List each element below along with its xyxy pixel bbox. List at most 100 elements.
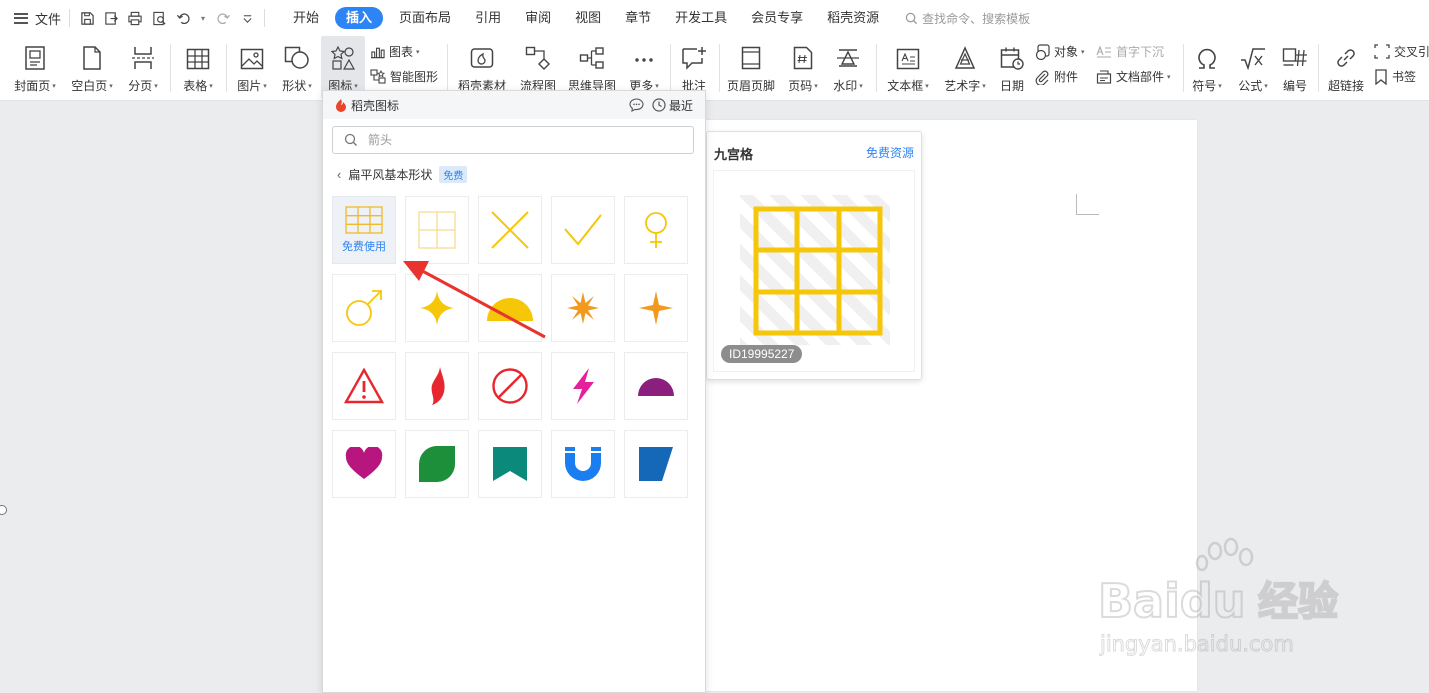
textbox-button[interactable]: 文本框 ▾ [884, 36, 932, 98]
page-number-button[interactable]: 页码 ▾ [783, 36, 823, 98]
smart-graphic-button[interactable]: 智能图形 [370, 68, 438, 85]
icon-cell-male-symbol[interactable] [332, 274, 396, 342]
prohibited-icon [492, 368, 528, 404]
file-menu-button[interactable]: 文件 [14, 9, 61, 28]
icon-cell-magnet[interactable] [551, 430, 615, 498]
chart-icon [370, 47, 385, 58]
icon-cell-four-point-star[interactable] [624, 274, 688, 342]
icon-cell-grid-3x3[interactable]: 免费使用 [332, 196, 396, 264]
chart-button[interactable]: 图表 ▾ [370, 43, 420, 60]
undo-dropdown-icon[interactable]: ▾ [198, 9, 208, 27]
print-icon[interactable] [126, 9, 144, 27]
parallelogram-icon [639, 447, 673, 481]
customize-toolbar-icon[interactable] [238, 9, 256, 27]
icon-cell-purple-semicircle[interactable] [624, 352, 688, 420]
more-icon [635, 58, 653, 62]
category-breadcrumb[interactable]: ‹ 扁平风基本形状 免费 [337, 166, 468, 183]
icon-cell-check[interactable] [551, 196, 615, 264]
table-button[interactable]: 表格 ▾ [178, 36, 218, 98]
picture-button[interactable]: 图片 ▾ [232, 36, 272, 98]
symbol-button[interactable]: 符号 ▾ [1189, 36, 1225, 98]
tab-review[interactable]: 审阅 [513, 7, 563, 29]
icon-cell-warning[interactable] [332, 352, 396, 420]
cover-page-button[interactable]: 封面页 ▾ [10, 36, 60, 98]
hyperlink-label: 超链接 [1327, 79, 1364, 93]
watermark-button[interactable]: 水印 ▾ [828, 36, 868, 98]
drop-cap-button[interactable]: 首字下沉 [1096, 43, 1164, 60]
watermark-url-text: jingyan.baidu.com [1099, 632, 1294, 656]
formula-button[interactable]: 公式 ▾ [1233, 36, 1273, 98]
icon-cell-prohibited[interactable] [478, 352, 542, 420]
page-break-label: 分页 [128, 79, 153, 93]
daoke-material-icon [470, 48, 494, 68]
wordart-icon [954, 46, 976, 69]
search-icon [344, 133, 357, 146]
export-pdf-icon[interactable] [102, 9, 120, 27]
formula-icon [1241, 48, 1265, 70]
icon-dropdown-panel: 稻壳图标 最近 ‹ 扁平风基本形状 免费 免费使用 [322, 90, 706, 693]
icon-cell-flame[interactable] [405, 352, 469, 420]
category-title: 扁平风基本形状 [348, 168, 433, 182]
watermark-label: 水印 [833, 79, 858, 93]
redo-icon[interactable] [214, 9, 232, 27]
hyperlink-button[interactable]: 超链接 [1324, 36, 1368, 98]
icon-cell-leaf[interactable] [405, 430, 469, 498]
blank-page-icon [83, 46, 101, 70]
free-use-button[interactable]: 免费使用 [342, 238, 386, 254]
tab-page-layout[interactable]: 页面布局 [387, 7, 463, 29]
comment-icon [682, 47, 706, 70]
more-button[interactable]: 更多 ▾ [624, 36, 664, 98]
attachment-button[interactable]: 附件 [1034, 68, 1078, 85]
icon-search-input[interactable] [366, 132, 670, 148]
wordart-button[interactable]: 艺术字 ▾ [940, 36, 990, 98]
tab-insert[interactable]: 插入 [335, 7, 384, 29]
daoke-material-button[interactable]: 稻壳素材 [455, 36, 509, 98]
mindmap-button[interactable]: 思维导图 [566, 36, 618, 98]
tab-home[interactable]: 开始 [281, 7, 331, 29]
date-button[interactable]: 日期 [996, 36, 1028, 98]
tab-view[interactable]: 视图 [563, 7, 613, 29]
picture-label: 图片 [237, 79, 262, 93]
icon-cell-parallelogram[interactable] [624, 430, 688, 498]
shape-button[interactable]: 形状 ▾ [277, 36, 317, 98]
divider [1183, 44, 1184, 92]
chevron-left-icon[interactable]: ‹ [337, 167, 341, 182]
clock-icon [652, 98, 666, 112]
flowchart-button[interactable]: 流程图 [517, 36, 559, 98]
ribbon-tabs: 开始 插入 页面布局 引用 审阅 视图 章节 开发工具 会员专享 稻壳资源 [281, 7, 891, 29]
free-resource-link[interactable]: 免费资源 [866, 144, 914, 161]
icon-cell-bookmark-ribbon[interactable] [478, 430, 542, 498]
watermark-brand-text: Baidu [1098, 574, 1246, 628]
command-search[interactable]: 查找命令、搜索模板 [905, 10, 1030, 27]
document-parts-button[interactable]: 文档部件 ▾ [1096, 68, 1171, 85]
recent-button[interactable]: 最近 [652, 97, 693, 114]
comment-button[interactable]: 批注 [676, 36, 712, 98]
feedback-icon[interactable] [629, 98, 644, 112]
icon-cell-grid-2x2[interactable] [405, 196, 469, 264]
object-button[interactable]: 对象 ▾ [1034, 43, 1085, 60]
icon-button[interactable]: 图标 ▾ [321, 36, 365, 98]
tab-member[interactable]: 会员专享 [739, 7, 815, 29]
icon-cell-heart[interactable] [332, 430, 396, 498]
tab-references[interactable]: 引用 [463, 7, 513, 29]
save-icon[interactable] [78, 9, 96, 27]
document-parts-icon [1096, 69, 1112, 84]
header-footer-button[interactable]: 页眉页脚 [725, 36, 777, 98]
tab-section[interactable]: 章节 [613, 7, 663, 29]
icon-cell-female-symbol[interactable] [624, 196, 688, 264]
shape-label: 形状 [282, 79, 307, 93]
icon-cell-cross[interactable] [478, 196, 542, 264]
print-preview-icon[interactable] [150, 9, 168, 27]
tab-developer[interactable]: 开发工具 [663, 7, 739, 29]
cross-reference-button[interactable]: 交叉引 [1374, 43, 1429, 60]
bookmark-button[interactable]: 书签 [1374, 68, 1416, 85]
tab-daoke-resources[interactable]: 稻壳资源 [815, 7, 891, 29]
undo-icon[interactable] [174, 9, 192, 27]
page-break-button[interactable]: 分页 ▾ [123, 36, 163, 98]
blank-page-button[interactable]: 空白页 ▾ [67, 36, 117, 98]
icon-search-box[interactable] [332, 126, 694, 154]
numbering-button[interactable]: 编号 [1279, 36, 1311, 98]
icon-cell-lightning[interactable] [551, 352, 615, 420]
icon-cell-orange-starburst[interactable] [551, 274, 615, 342]
cover-page-label: 封面页 [14, 79, 51, 93]
